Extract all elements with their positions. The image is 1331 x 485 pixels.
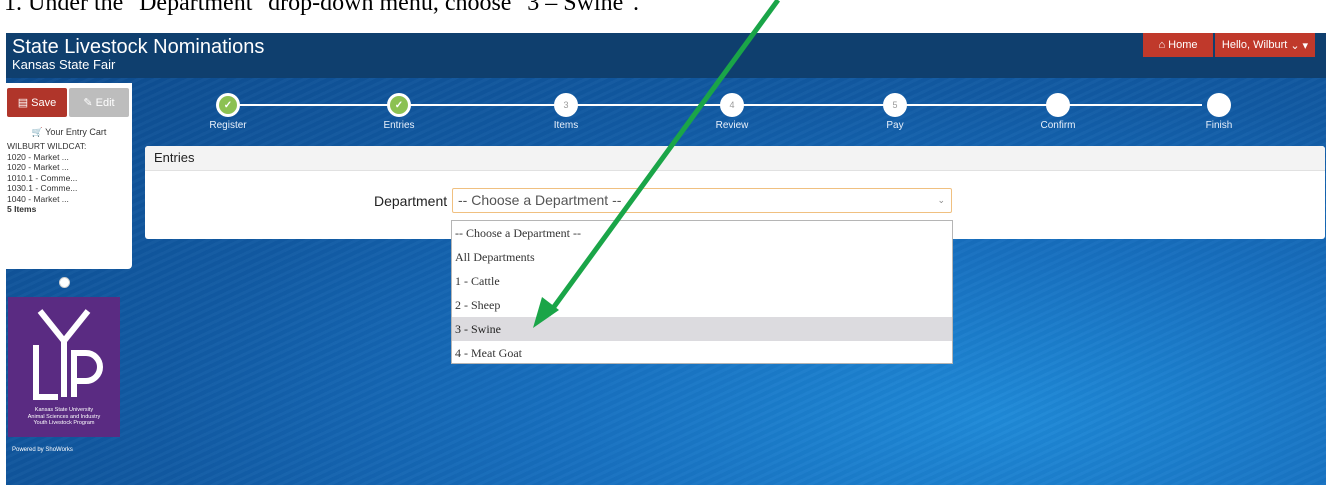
lyp-logo: Kansas State University Animal Sciences …	[8, 297, 120, 437]
chevron-down-icon: ⌄	[1290, 39, 1300, 52]
cart-owner: WILBURT WILDCAT:	[7, 141, 87, 151]
step-circle: 5	[883, 93, 907, 117]
cart-item[interactable]: 1030.1 - Comme...	[7, 183, 86, 194]
step-finish: Finish	[1159, 93, 1279, 131]
check-icon: ✓	[219, 96, 237, 114]
cart-count: 5 Items	[7, 204, 37, 214]
user-label: Hello, Wilburt	[1221, 39, 1288, 51]
step-label: Register	[209, 120, 247, 131]
step-register: ✓ Register	[168, 93, 288, 131]
top-bar: State Livestock Nominations Kansas State…	[6, 33, 1326, 78]
step-circle	[1046, 93, 1070, 117]
panel-title: Entries	[145, 146, 1325, 171]
step-review: 4 Review	[672, 93, 792, 131]
cart-item[interactable]: 1020 - Market ...	[7, 162, 86, 173]
chevron-down-icon: ⌄	[937, 195, 945, 205]
user-menu-button[interactable]: Hello, Wilburt ⌄ ▾	[1215, 33, 1315, 57]
powered-by: Powered by ShoWorks	[12, 447, 73, 453]
sidebar-toggle[interactable]	[59, 277, 70, 288]
step-confirm: Confirm	[998, 93, 1118, 131]
app-subtitle: Kansas State Fair	[12, 57, 116, 72]
cart-item[interactable]: 1020 - Market ...	[7, 152, 86, 163]
cart-item[interactable]: 1040 - Market ...	[7, 194, 86, 205]
cart-list: WILBURT WILDCAT: 1020 - Market ... 1020 …	[7, 141, 86, 215]
cart-item[interactable]: 1010.1 - Comme...	[7, 173, 86, 184]
step-items: 3 Items	[506, 93, 626, 131]
home-button[interactable]: ⌂ Home	[1143, 33, 1213, 57]
logo-caption-line: Youth Livestock Program	[33, 420, 95, 426]
step-circle	[1207, 93, 1231, 117]
home-label: Home	[1168, 39, 1198, 51]
step-circle: ✓	[216, 93, 240, 117]
step-entries: ✓ Entries	[339, 93, 459, 131]
dropdown-option-swine[interactable]: 3 - Swine	[452, 317, 952, 341]
caret-down-icon: ▾	[1302, 39, 1309, 52]
home-icon: ⌂	[1158, 39, 1166, 51]
dropdown-option[interactable]: 2 - Sheep	[452, 293, 952, 317]
app-title: State Livestock Nominations	[12, 36, 265, 58]
step-circle: 4	[720, 93, 744, 117]
progress-stepper: ✓ Register ✓ Entries 3 Items 4 Review 5 …	[6, 88, 1326, 140]
step-label: Entries	[383, 120, 415, 131]
step-pay: 5 Pay	[835, 93, 955, 131]
department-select-value: -- Choose a Department --	[458, 192, 622, 208]
department-dropdown: -- Choose a Department -- All Department…	[451, 220, 953, 364]
step-label: Review	[715, 120, 749, 131]
step-label: Confirm	[1040, 120, 1076, 131]
step-label: Items	[553, 120, 579, 131]
lyp-logo-mark	[33, 309, 103, 400]
step-label: Pay	[886, 120, 904, 131]
step-label: Finish	[1205, 120, 1233, 131]
department-label: Department	[374, 193, 448, 209]
instruction-text: 1. Under the "Department" drop-down menu…	[4, 0, 640, 16]
step-circle: 3	[554, 93, 578, 117]
dropdown-option[interactable]: -- Choose a Department --	[452, 221, 952, 245]
dropdown-option[interactable]: 4 - Meat Goat	[452, 341, 952, 365]
department-select[interactable]: -- Choose a Department -- ⌄	[452, 188, 952, 213]
logo-caption: Kansas State University Animal Sciences …	[8, 407, 120, 427]
app-window: State Livestock Nominations Kansas State…	[6, 33, 1326, 485]
dropdown-option[interactable]: 1 - Cattle	[452, 269, 952, 293]
dropdown-option[interactable]: All Departments	[452, 245, 952, 269]
check-icon: ✓	[390, 96, 408, 114]
step-circle: ✓	[387, 93, 411, 117]
